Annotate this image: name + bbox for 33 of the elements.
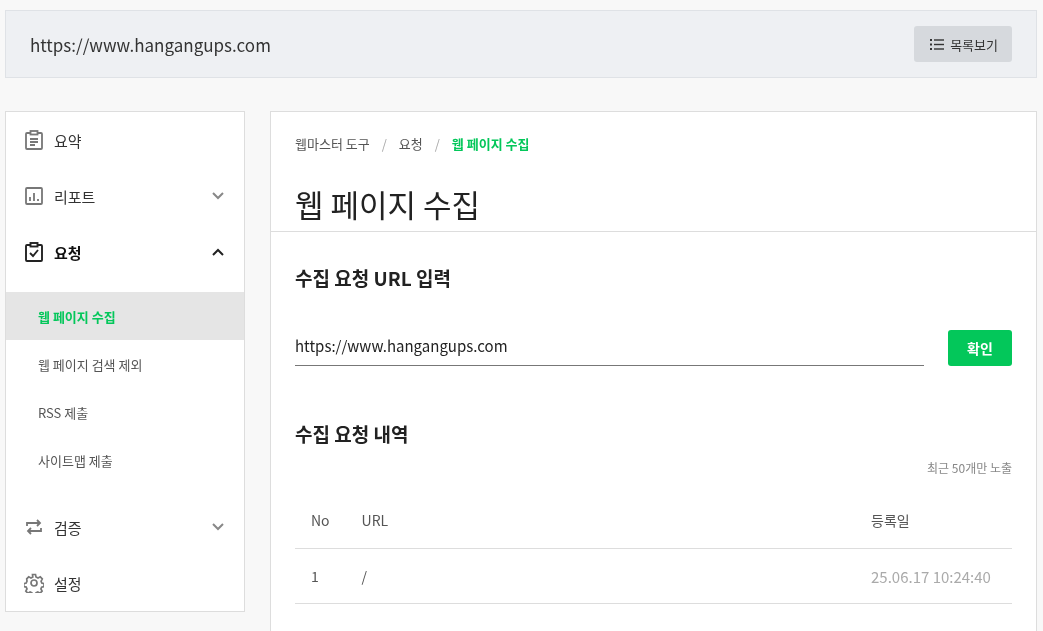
chevron-down-icon — [212, 523, 224, 531]
settings-icon — [24, 573, 44, 593]
sidebar-item[interactable]: 설정 — [6, 555, 244, 611]
submenu-item[interactable]: 사이트맵 제출 — [6, 436, 244, 484]
chevron-down-icon — [212, 192, 224, 200]
table-cell: 25.06.17 10:24:40 — [855, 548, 1012, 604]
clipboard-list-icon — [24, 130, 44, 150]
sidebar-item[interactable]: 요청 — [6, 224, 244, 280]
breadcrumb-link[interactable]: 웹마스터 도구 — [295, 134, 370, 153]
bar-chart-icon — [24, 186, 44, 206]
swap-arrows-icon — [24, 517, 44, 537]
submenu-item[interactable]: RSS 제출 — [6, 388, 244, 436]
breadcrumb-separator: / — [434, 134, 440, 153]
sidebar-item[interactable]: 요약 — [6, 112, 244, 168]
clipboard-check-icon — [24, 242, 44, 262]
limit-note: 최근 50개만 노출 — [926, 459, 1012, 476]
breadcrumb-separator: / — [381, 134, 387, 153]
list-icon — [930, 38, 945, 50]
column-header: No — [295, 492, 346, 549]
sidebar-item[interactable]: 검증 — [6, 499, 244, 555]
column-header: URL — [345, 492, 855, 549]
site-url: https://www.hangangups.com — [30, 31, 271, 57]
table-cell: / — [345, 548, 855, 604]
chevron-up-icon — [212, 248, 224, 256]
breadcrumb-link[interactable]: 요청 — [398, 134, 423, 153]
section-title: 수집 요청 내역 — [295, 420, 410, 447]
list-view-button[interactable]: 목록보기 — [914, 26, 1012, 62]
column-header: 등록일 — [855, 492, 1012, 549]
submenu-item[interactable]: 웹 페이지 검색 제외 — [6, 340, 244, 388]
section-title: 수집 요청 URL 입력 — [295, 264, 452, 291]
sidebar-item[interactable]: 리포트 — [6, 168, 244, 224]
page-title: 웹 페이지 수집 — [295, 181, 481, 226]
table-cell: 1 — [295, 548, 346, 604]
